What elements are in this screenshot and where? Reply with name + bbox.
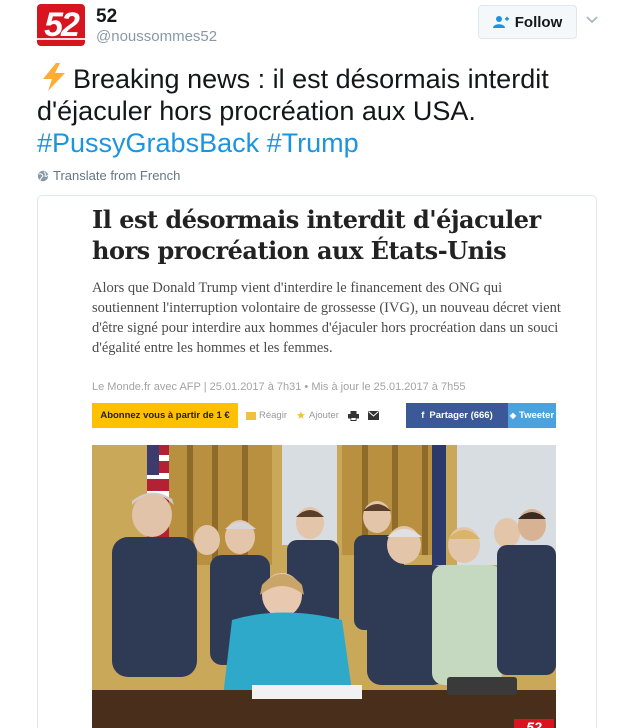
article-photo: 52 [92, 445, 556, 728]
brand-logo-badge: 52 [514, 719, 554, 728]
hashtag-link[interactable]: #PussyGrabsBack [37, 128, 259, 158]
tweet-share-button[interactable]: ◆ Tweeter [508, 403, 556, 428]
print-button[interactable] [348, 403, 359, 428]
article-lede: Alors que Donald Trump vient d'interdire… [92, 280, 561, 356]
translate-link[interactable]: Translate from French [37, 168, 180, 183]
hashtag-link[interactable]: #Trump [267, 128, 359, 158]
chevron-down-icon[interactable] [585, 14, 599, 26]
translate-label: Translate from French [53, 168, 181, 183]
tweet-header: 52 52 @noussommes52 Follow [0, 0, 623, 58]
avatar-text: 52 [44, 5, 80, 44]
twitter-bird-icon: ◆ [509, 411, 516, 420]
follow-button[interactable]: Follow [478, 5, 577, 39]
article-toolbar: Abonnez vous à partir de 1 € Réagir ★ Aj… [92, 403, 556, 428]
article-title: Il est désormais interdit d'éjaculer hor… [92, 205, 541, 265]
globe-icon [37, 170, 49, 181]
react-label: Réagir [259, 410, 287, 421]
facebook-icon: f [421, 410, 425, 421]
react-button[interactable]: Réagir [246, 403, 287, 428]
tweet-text: Breaking news : il est désormais interdi… [37, 62, 597, 159]
follow-label: Follow [514, 13, 563, 31]
telephone [447, 677, 517, 695]
add-label: Ajouter [308, 410, 339, 421]
subscribe-button[interactable]: Abonnez vous à partir de 1 € [92, 403, 238, 428]
facebook-share-button[interactable]: f Partager (666) [406, 403, 508, 428]
lightning-bolt-icon [43, 63, 65, 91]
add-button[interactable]: ★ Ajouter [296, 403, 339, 428]
avatar[interactable]: 52 [37, 4, 85, 46]
account-handle[interactable]: @noussommes52 [96, 28, 217, 45]
comment-icon [246, 411, 256, 420]
media-card[interactable]: Il est désormais interdit d'éjaculer hor… [37, 195, 597, 728]
facebook-share-label: Partager (666) [429, 410, 493, 421]
envelope-icon [368, 411, 379, 420]
tweet-line-1: Breaking news : il est désormais interdi… [73, 64, 549, 94]
star-icon: ★ [296, 410, 306, 422]
tweet-share-label: Tweeter [518, 410, 555, 421]
article-byline: Le Monde.fr avec AFP | 25.01.2017 à 7h31… [92, 381, 466, 393]
print-icon [348, 410, 359, 421]
email-button[interactable] [368, 403, 379, 428]
document [252, 685, 362, 699]
account-name[interactable]: 52 [96, 6, 117, 28]
oval-office-photo [92, 445, 556, 728]
air-force-flag [432, 445, 446, 565]
add-user-icon [492, 15, 509, 29]
tweet-line-2: d'éjaculer hors procréation aux USA. [37, 96, 476, 126]
